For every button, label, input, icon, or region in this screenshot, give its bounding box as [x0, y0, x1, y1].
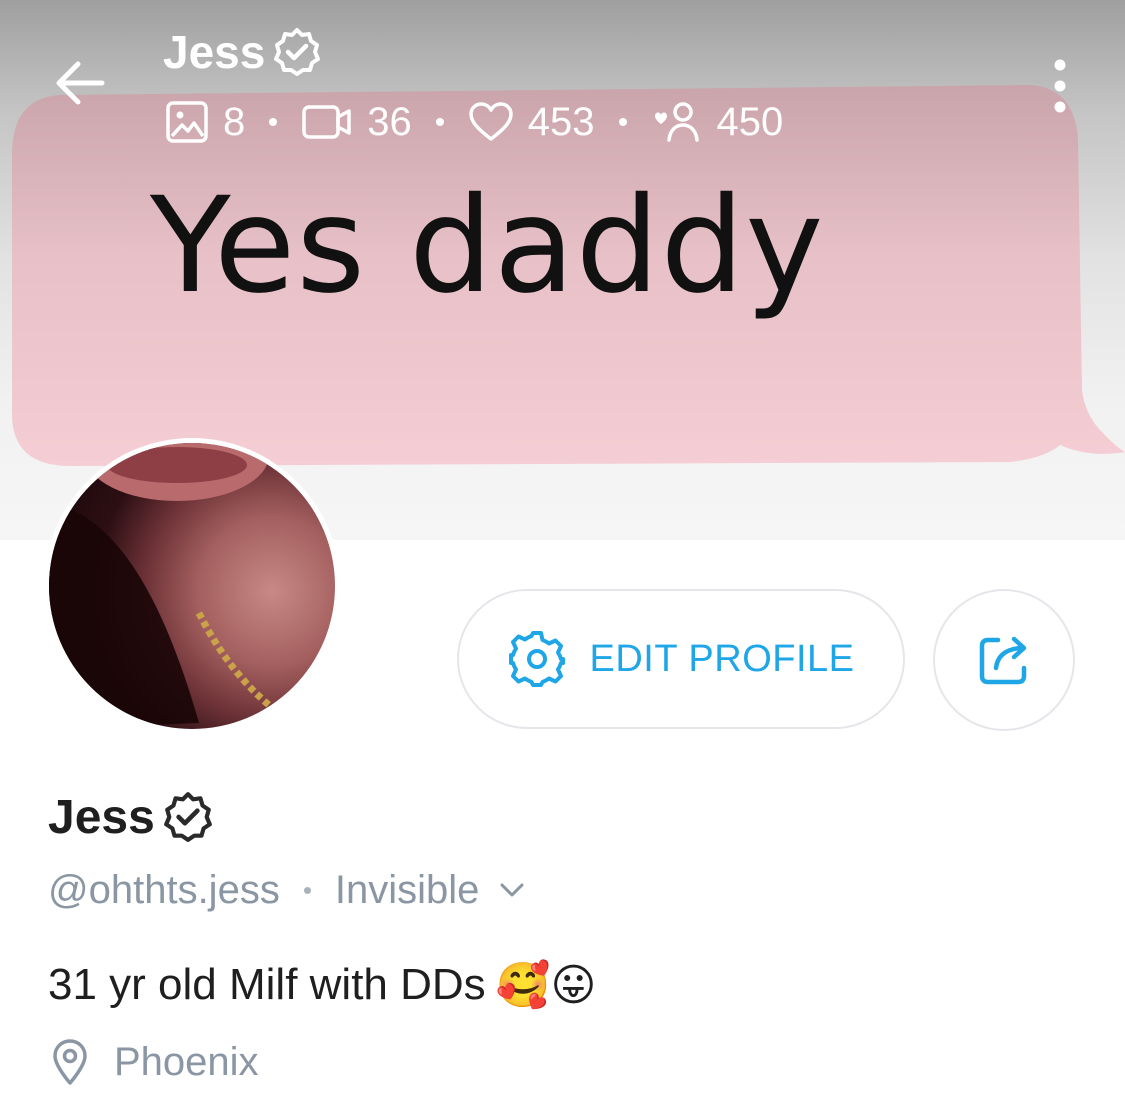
avatar-photo-shapes — [49, 443, 282, 729]
separator-dot — [435, 118, 444, 126]
stat-photos-count: 8 — [223, 99, 246, 144]
location-text: Phoenix — [114, 1039, 259, 1084]
chevron-down-icon[interactable] — [499, 882, 525, 898]
bio-emojis: 🥰😛 — [495, 960, 597, 1011]
stat-likes-count: 453 — [527, 99, 595, 144]
header-title-row: Jess — [163, 24, 323, 80]
share-button[interactable] — [933, 589, 1075, 731]
stat-videos[interactable]: 36 — [301, 100, 412, 145]
profile-handle: @ohthts.jess — [48, 867, 280, 912]
share-icon — [979, 636, 1027, 685]
stat-videos-count: 36 — [367, 99, 412, 144]
separator-dot — [303, 886, 311, 894]
gear-icon — [509, 631, 566, 687]
location-row: Phoenix — [50, 1034, 259, 1090]
stat-photos[interactable]: 8 — [165, 100, 245, 145]
more-vertical-icon — [1054, 59, 1066, 113]
back-button[interactable] — [50, 52, 112, 114]
online-status-selector[interactable]: Invisible — [335, 868, 480, 913]
edit-profile-label: EDIT PROFILE — [589, 637, 855, 680]
separator-dot — [269, 118, 278, 126]
image-icon — [166, 101, 208, 143]
header-stats: 8 36 453 450 — [165, 96, 783, 148]
back-arrow-icon — [56, 61, 105, 105]
stat-fans[interactable]: 450 — [651, 99, 784, 145]
stat-fans-count: 450 — [716, 99, 784, 144]
profile-bio: 31 yr old Milf with DDs 🥰😛 — [48, 955, 596, 1015]
location-pin-icon — [53, 1039, 87, 1085]
stat-likes[interactable]: 453 — [468, 100, 595, 145]
header-title: Jess — [163, 26, 266, 78]
video-icon — [302, 105, 351, 139]
handle-row: @ohthts.jess Invisible — [48, 862, 525, 918]
avatar-image — [49, 443, 335, 729]
heart-icon — [469, 102, 513, 141]
edit-profile-button[interactable]: EDIT PROFILE — [457, 589, 905, 729]
bio-text: 31 yr old Milf with DDs — [48, 960, 486, 1009]
top-bar: Jess 8 36 453 450 — [0, 0, 1125, 160]
verified-badge-icon — [274, 28, 321, 76]
more-options-button[interactable] — [1043, 58, 1077, 114]
separator-dot — [618, 118, 627, 126]
cover-text: Yes daddy — [150, 169, 825, 323]
profile-name-row: Jess — [48, 788, 215, 846]
verified-badge-icon — [163, 792, 212, 842]
fans-icon — [654, 102, 699, 142]
profile-name: Jess — [48, 790, 155, 844]
avatar[interactable] — [44, 438, 340, 734]
